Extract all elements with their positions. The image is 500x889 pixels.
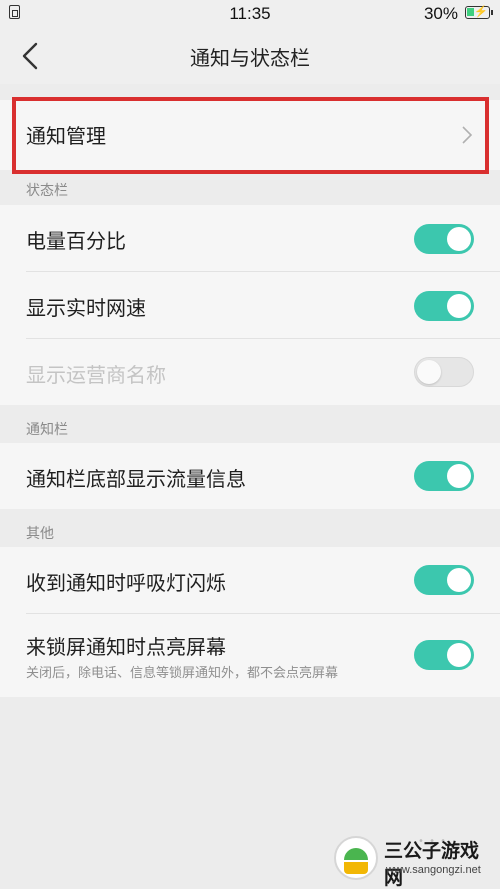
breathing-light-row[interactable]: 收到通知时呼吸灯闪烁 [0,547,500,614]
battery-percentage-toggle[interactable] [414,224,474,254]
lock-screen-wake-label: 来锁屏通知时点亮屏幕 [26,635,226,659]
watermark: 三公子游戏网 www.sangongzi.net [334,834,494,889]
breathing-light-label: 收到通知时呼吸灯闪烁 [26,571,226,595]
battery-charging-icon: ⚡ [465,6,493,19]
traffic-info-toggle[interactable] [414,461,474,491]
watermark-brand: 三公子游戏网 [384,840,480,889]
notification-management-group: 通知管理 [0,100,500,170]
carrier-name-label: 显示运营商名称 [26,363,166,387]
other-settings-group: 收到通知时呼吸灯闪烁 来锁屏通知时点亮屏幕 关闭后，除电话、信息等锁屏通知外，都… [0,547,500,697]
page-title: 通知与状态栏 [190,46,310,70]
android-robot-icon [334,836,378,880]
lock-screen-wake-row[interactable]: 来锁屏通知时点亮屏幕 关闭后，除电话、信息等锁屏通知外，都不会点亮屏幕 [0,614,500,697]
title-bar: 通知与状态栏 [0,28,500,84]
chevron-right-icon [462,126,473,144]
battery-percent: 30% [423,4,458,23]
section-header-status-bar: 状态栏 [0,174,500,204]
watermark-url: www.sangongzi.net [386,864,481,876]
carrier-name-row[interactable]: 显示运营商名称 [0,339,500,405]
lock-screen-wake-toggle[interactable] [414,640,474,670]
carrier-name-toggle[interactable] [414,357,474,387]
battery-percentage-row[interactable]: 电量百分比 [0,205,500,272]
section-header-notification-bar: 通知栏 [0,405,500,443]
lock-screen-wake-description: 关闭后，除电话、信息等锁屏通知外，都不会点亮屏幕 [26,666,339,681]
traffic-info-row[interactable]: 通知栏底部显示流量信息 [0,443,500,509]
network-speed-toggle[interactable] [414,291,474,321]
notification-management-label: 通知管理 [26,124,106,148]
notification-bar-settings-group: 通知栏底部显示流量信息 [0,443,500,509]
network-speed-row[interactable]: 显示实时网速 [0,272,500,339]
breathing-light-toggle[interactable] [414,565,474,595]
status-bar: 11:35 30% ⚡ [0,0,500,28]
battery-percentage-label: 电量百分比 [26,229,126,253]
network-speed-label: 显示实时网速 [26,296,146,320]
notification-management-row[interactable]: 通知管理 [0,100,500,170]
section-header-other: 其他 [0,509,500,547]
traffic-info-label: 通知栏底部显示流量信息 [26,467,246,491]
status-bar-settings-group: 电量百分比 显示实时网速 显示运营商名称 [0,205,500,405]
